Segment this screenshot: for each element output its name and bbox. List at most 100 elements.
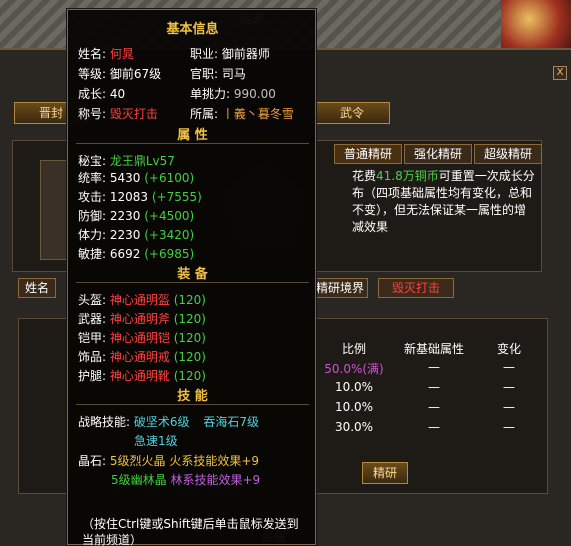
treasure-row: 秘宝: 龙王鼎Lv57 [78, 152, 175, 169]
job-value: 御前器师 [221, 47, 270, 61]
equip-name: 神心通明靴 [109, 369, 170, 383]
equip-label: 铠甲: [78, 331, 107, 345]
row-new: — [428, 380, 440, 394]
table-row: 10.0% — — [314, 380, 544, 400]
rank-value: 司马 [221, 67, 246, 81]
equip-row: 护腿: 神心通明靴 (120) [78, 367, 206, 384]
general-portrait [40, 160, 70, 260]
row-change: — [503, 380, 515, 394]
attr-base: 5430 [109, 171, 141, 185]
crystal-1-effect: 火系技能效果+9 [169, 454, 260, 468]
growth-row: 成长: 40 [78, 85, 125, 102]
attr-base: 2230 [109, 209, 141, 223]
refine-button[interactable]: 精研 [362, 462, 408, 484]
attr-base: 6692 [109, 247, 141, 261]
attr-row: 统率: 5430 (+6100) [78, 169, 194, 186]
single-power-value: 990.00 [233, 87, 276, 101]
refine-description: 花费41.8万铜币可重置一次成长分布（四项基础属性均有变化，总和不变），但无法保… [352, 168, 537, 236]
single-power-label: 单挑力: [190, 87, 231, 101]
equip-level: (120) [173, 293, 206, 307]
attr-row: 攻击: 12083 (+7555) [78, 188, 202, 205]
job-row: 职业: 御前器师 [190, 45, 270, 62]
attributes-title: 属 性 [177, 128, 208, 143]
crystal-2-name: 5级幽林晶 [111, 473, 167, 487]
attr-base: 2230 [109, 228, 141, 242]
tab-super-refine[interactable]: 超级精研 [474, 144, 542, 164]
equipment-title: 装 备 [177, 267, 208, 282]
table-header: 比例 新基础属性 变化 [314, 340, 544, 360]
name-value: 何晁 [109, 47, 134, 61]
name-button[interactable]: 姓名 [18, 278, 56, 298]
refine-realm-value: 毁灭打击 [378, 278, 454, 298]
tab-normal-refine[interactable]: 普通精研 [334, 144, 402, 164]
rank-row: 官职: 司马 [190, 65, 246, 82]
faction-label: 所属: [190, 107, 219, 121]
attr-label: 防御: [78, 209, 107, 223]
skills-title: 技 能 [177, 389, 208, 404]
row-ratio: 30.0% [334, 420, 374, 434]
treasure-label: 秘宝: [78, 154, 107, 168]
table-row: 10.0% — — [314, 400, 544, 420]
god-portrait-icon[interactable] [501, 0, 571, 48]
row-new: — [428, 400, 440, 414]
row-change: — [503, 420, 515, 434]
tactic-skill-1: 破坚术6级 [133, 415, 190, 429]
attr-base: 12083 [109, 190, 149, 204]
close-icon[interactable]: X [553, 66, 567, 80]
table-row: 30.0% — — [314, 420, 544, 440]
faction-value: 丨義丶暮冬雪 [221, 107, 294, 121]
military-order-button[interactable]: 武令 [314, 102, 390, 124]
row-change: — [503, 400, 515, 414]
table-row: 50.0%(满) — — [314, 360, 544, 380]
job-label: 职业: [190, 47, 219, 61]
equip-name: 神心通明铠 [109, 331, 170, 345]
equip-label: 头盔: [78, 293, 107, 307]
tactic-label: 战略技能: [78, 415, 131, 429]
title-row: 称号: 毁灭打击 [78, 105, 158, 122]
equip-row: 饰品: 神心通明戒 (120) [78, 348, 206, 365]
header-new-attr: 新基础属性 [403, 342, 464, 356]
equip-level: (120) [173, 369, 206, 383]
attr-row: 敏捷: 6692 (+6985) [78, 245, 194, 262]
tactic-skill-2: 吞海石7级 [203, 415, 259, 429]
attr-label: 攻击: [78, 190, 107, 204]
row-ratio: 10.0% [334, 400, 374, 414]
equip-name: 神心通明斧 [109, 312, 170, 326]
attr-row: 防御: 2230 (+4500) [78, 207, 194, 224]
divider [76, 143, 309, 144]
equip-name: 神心通明戒 [109, 350, 170, 364]
level-row: 等级: 御前67级 [78, 65, 161, 82]
equip-row: 铠甲: 神心通明铠 (120) [78, 329, 206, 346]
equip-label: 饰品: [78, 350, 107, 364]
crystal-label: 晶石: [78, 454, 107, 468]
single-power-row: 单挑力: 990.00 [190, 85, 276, 102]
divider [76, 282, 309, 283]
level-label: 等级: [78, 67, 107, 81]
growth-value: 40 [109, 87, 126, 101]
divider [76, 404, 309, 405]
basic-info-title: 基本信息 [166, 22, 219, 37]
tactic-row: 战略技能: 破坚术6级 吞海石7级 [78, 413, 259, 430]
equip-row: 武器: 神心通明斧 (120) [78, 310, 206, 327]
treasure-value: 龙王鼎Lv57 [109, 154, 175, 168]
attr-label: 统率: [78, 171, 107, 185]
crystal-row: 5级幽林晶 林系技能效果+9 [111, 471, 260, 488]
tab-enhanced-refine[interactable]: 强化精研 [404, 144, 472, 164]
faction-row: 所属: 丨義丶暮冬雪 [190, 105, 294, 122]
attr-bonus: (+4500) [144, 209, 195, 223]
rank-label: 官职: [190, 67, 219, 81]
row-new: — [428, 420, 440, 434]
refine-realm-button[interactable]: 精研境界 [312, 278, 368, 298]
tooltip-footer: （按住Ctrl键或Shift键后单击鼠标发送到当前频道） [82, 517, 299, 546]
attr-label: 体力: [78, 228, 107, 242]
equip-row: 头盔: 神心通明盔 (120) [78, 291, 206, 308]
name-label: 姓名: [78, 47, 107, 61]
row-change: — [503, 360, 515, 374]
crystal-1-name: 5级烈火晶 [109, 454, 166, 468]
attr-label: 敏捷: [78, 247, 107, 261]
attr-bonus: (+6100) [144, 171, 195, 185]
tactic-skill-3: 急速1级 [134, 434, 178, 448]
desc-prefix: 花费 [352, 169, 377, 183]
name-row: 姓名: 何晁 [78, 45, 134, 62]
crystal-row: 晶石: 5级烈火晶 火系技能效果+9 [78, 452, 259, 469]
